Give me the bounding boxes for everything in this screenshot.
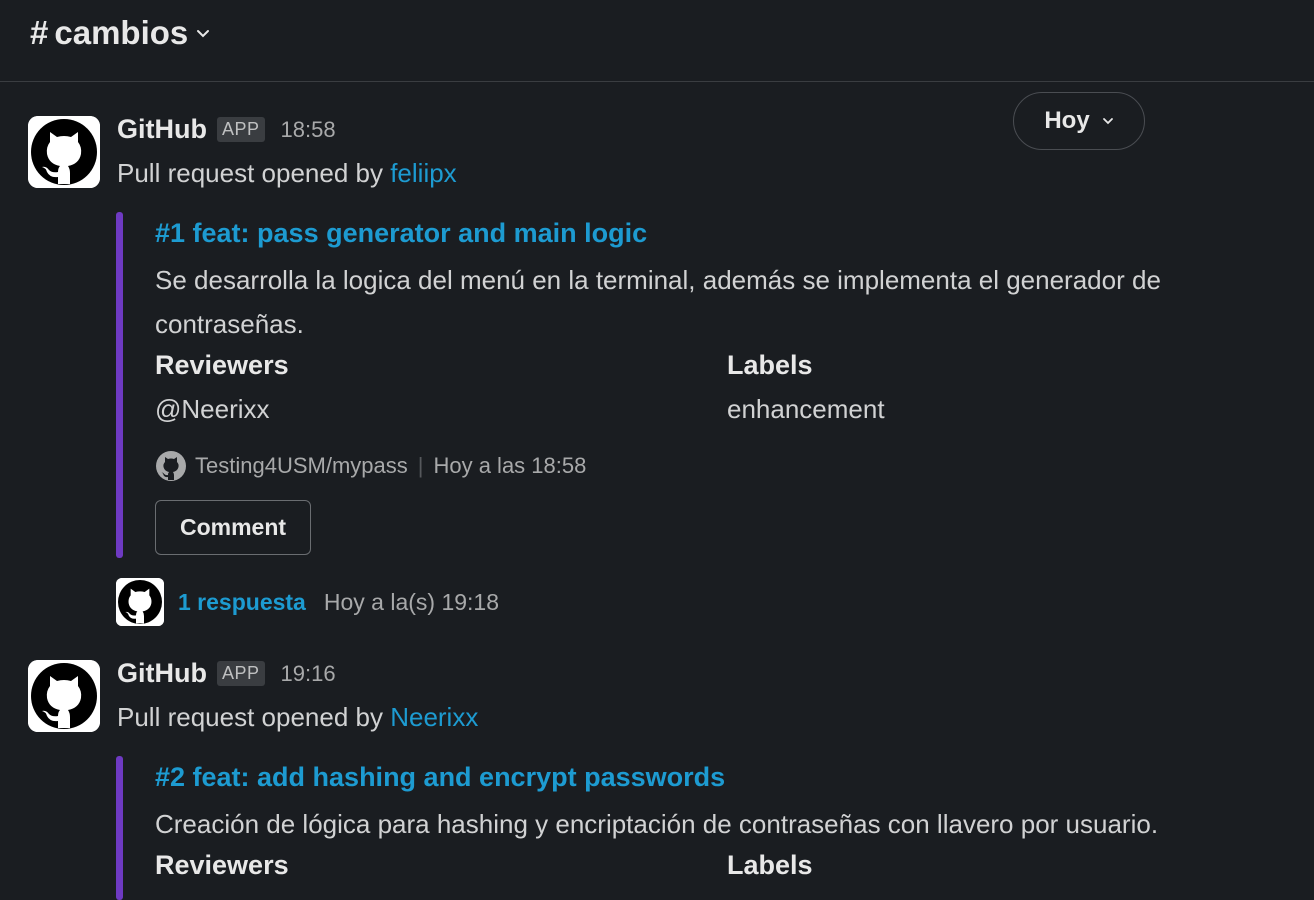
labels-label: Labels xyxy=(727,850,813,880)
github-octocat-icon xyxy=(116,578,164,626)
channel-name: cambios xyxy=(54,14,189,51)
github-octocat-icon xyxy=(28,116,100,188)
channel-name-button[interactable]: # cambios xyxy=(30,14,210,52)
comment-button[interactable]: Comment xyxy=(155,500,311,555)
sender-name[interactable]: GitHub xyxy=(117,658,207,689)
thread-reply-count[interactable]: 1 respuesta xyxy=(178,589,306,616)
sender-name[interactable]: GitHub xyxy=(117,114,207,145)
chevron-down-icon xyxy=(1102,118,1113,125)
pr-title-link[interactable]: #2 feat: add hashing and encrypt passwor… xyxy=(155,762,725,793)
app-badge: APP xyxy=(216,661,265,686)
reviewers-label: Reviewers xyxy=(155,850,289,880)
github-octocat-icon xyxy=(28,660,100,732)
message-text: Pull request opened by Neerixx xyxy=(117,702,478,733)
message-timestamp[interactable]: 18:58 xyxy=(281,117,336,143)
date-jump-button[interactable]: Hoy xyxy=(1013,92,1145,150)
message-text: Pull request opened by feliipx xyxy=(117,158,457,189)
chevron-down-icon xyxy=(197,30,210,38)
pr-attachment: #2 feat: add hashing and encrypt passwor… xyxy=(116,756,1158,900)
labels-value: enhancement xyxy=(727,394,885,424)
repo-name[interactable]: Testing4USM/mypass xyxy=(195,453,408,479)
author-link[interactable]: feliipx xyxy=(390,158,456,188)
author-link[interactable]: Neerixx xyxy=(390,702,478,732)
footer-separator: | xyxy=(417,453,424,478)
labels-label: Labels xyxy=(727,350,813,380)
pr-title-link[interactable]: #1 feat: pass generator and main logic xyxy=(155,218,647,249)
reviewers-label: Reviewers xyxy=(155,350,289,380)
pr-description: Se desarrolla la logica del menú en la t… xyxy=(155,265,1161,339)
thread-summary[interactable]: 1 respuesta Hoy a la(s) 19:18 xyxy=(116,578,499,626)
message-timestamp[interactable]: 19:16 xyxy=(281,661,336,687)
message-intro: Pull request opened by xyxy=(117,702,391,732)
message-sender-row: GitHub APP 19:16 xyxy=(117,658,336,689)
app-badge: APP xyxy=(216,117,265,142)
pr-attachment: #1 feat: pass generator and main logic S… xyxy=(116,212,1161,558)
github-avatar[interactable] xyxy=(28,660,100,732)
message-sender-row: GitHub APP 18:58 xyxy=(117,114,336,145)
github-icon xyxy=(156,451,186,481)
attachment-footer: Testing4USM/mypass | Hoy a las 18:58 xyxy=(155,450,586,482)
channel-header: # cambios xyxy=(0,0,1314,82)
thread-last-reply-time: Hoy a la(s) 19:18 xyxy=(323,588,499,615)
github-avatar[interactable] xyxy=(28,116,100,188)
date-pill-label: Hoy xyxy=(1044,107,1090,134)
reviewer-link[interactable]: @Neerixx xyxy=(155,394,270,425)
channel-hash: # xyxy=(30,14,49,51)
pr-description: Creación de lógica para hashing y encrip… xyxy=(155,809,1159,839)
message-intro: Pull request opened by xyxy=(117,158,391,188)
repo-timestamp: Hoy a las 18:58 xyxy=(433,453,587,478)
thread-avatar xyxy=(116,578,164,626)
